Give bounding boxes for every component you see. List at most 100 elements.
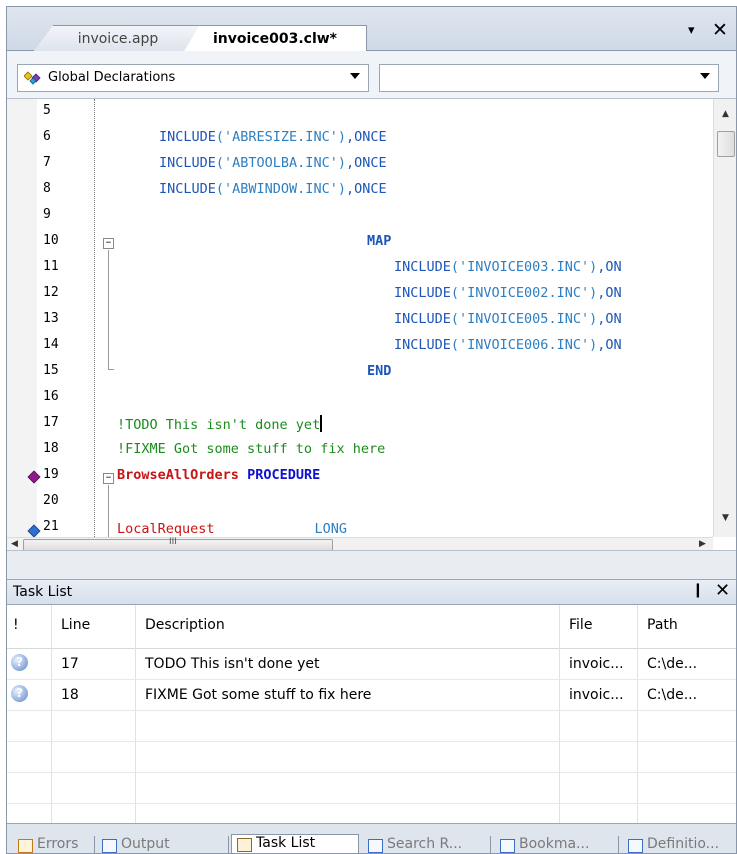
string-literal: ('INVOICE003.INC'): [450, 259, 598, 275]
keyword: INCLUDE: [394, 285, 451, 301]
task-file: invoic...: [569, 656, 624, 672]
breakpoint-diamond-icon: [27, 470, 41, 484]
todo-comment: !TODO This isn't done yet: [117, 417, 321, 433]
column-header-description[interactable]: Description: [145, 617, 225, 633]
tool-window-tabs: Errors Output Task List Search R... Book…: [7, 823, 736, 853]
string-literal: ('INVOICE006.INC'): [450, 337, 598, 353]
task-row[interactable]: ? 18 FIXME Got some stuff to fix here in…: [7, 680, 736, 711]
keyword: ,ON: [597, 285, 622, 301]
column-header-file[interactable]: File: [569, 617, 592, 633]
tab-invoice-app[interactable]: invoice.app: [33, 25, 203, 52]
tab-label: invoice003.clw*: [213, 31, 337, 47]
scroll-up-arrow-icon[interactable]: ▲: [722, 109, 729, 119]
task-row[interactable]: ? 17 TODO This isn't done yet invoic... …: [7, 649, 736, 680]
keyword: INCLUDE: [394, 259, 451, 275]
code-line-6: INCLUDE('ABRESIZE.INC'),ONCE: [159, 129, 387, 145]
code-editor[interactable]: 5 6 7 8 9 10 11 12 13 14 15 16 17 18 19 …: [7, 99, 736, 551]
column-header-priority[interactable]: !: [13, 617, 19, 633]
tab-errors[interactable]: Errors: [13, 836, 95, 853]
close-document-icon[interactable]: ✕: [712, 19, 728, 41]
line-number: 19: [43, 467, 59, 482]
task-path: C:\de...: [647, 656, 698, 672]
code-area[interactable]: INCLUDE('ABRESIZE.INC'),ONCE INCLUDE('AB…: [97, 99, 710, 537]
scroll-left-arrow-icon[interactable]: ◀: [11, 539, 18, 549]
tab-menu-chevron-icon[interactable]: ▾: [688, 23, 695, 38]
vertical-scrollbar[interactable]: ▲ ▼: [713, 99, 736, 537]
text-cursor: [320, 415, 323, 432]
definitions-icon: [628, 839, 643, 853]
line-number: 7: [43, 155, 51, 170]
horizontal-scrollbar[interactable]: ◀ III ▶: [7, 537, 713, 550]
scope-dropdown-value: Global Declarations: [48, 70, 176, 85]
tab-label: invoice.app: [77, 31, 159, 47]
keyword: ,ONCE: [345, 181, 387, 197]
tab-invoice003-clw[interactable]: invoice003.clw*: [183, 25, 367, 53]
bookmarks-icon: [500, 839, 515, 853]
line-number: 5: [43, 103, 51, 118]
output-icon: [102, 839, 117, 853]
keyword: END: [367, 363, 392, 379]
task-description: FIXME Got some stuff to fix here: [145, 687, 372, 703]
indicator-margin: [7, 99, 41, 538]
code-line-15: END: [367, 363, 391, 379]
keyword: ,ONCE: [345, 155, 387, 171]
code-line-18: !FIXME Got some stuff to fix here: [117, 441, 385, 457]
tab-search-results[interactable]: Search R...: [363, 836, 491, 853]
string-literal: ('INVOICE005.INC'): [450, 311, 598, 327]
task-list-grid: ! Line Description File Path ? 17 TODO T…: [7, 605, 736, 823]
tab-bookmarks[interactable]: Bookma...: [495, 836, 619, 853]
bookmark-diamond-icon: [27, 524, 41, 538]
pin-icon[interactable]: ❙: [692, 582, 704, 598]
member-dropdown[interactable]: [379, 64, 719, 92]
tab-label: Search R...: [387, 836, 463, 852]
horizontal-scroll-thumb[interactable]: III: [23, 537, 333, 550]
scroll-right-arrow-icon[interactable]: ▶: [699, 539, 706, 549]
empty-row: [7, 711, 736, 742]
line-number: 20: [43, 493, 59, 508]
chevron-down-icon: [350, 73, 360, 79]
close-pane-icon[interactable]: ✕: [715, 580, 730, 601]
line-number: 14: [43, 337, 59, 352]
keyword: INCLUDE: [159, 181, 216, 197]
string-literal: ('ABWINDOW.INC'): [215, 181, 346, 197]
keyword: INCLUDE: [394, 311, 451, 327]
question-icon: ?: [11, 654, 28, 671]
tab-label: Errors: [37, 836, 79, 852]
tab-label: Output: [121, 836, 170, 852]
line-number: 8: [43, 181, 51, 196]
vertical-scroll-thumb[interactable]: [717, 131, 735, 157]
scroll-down-arrow-icon[interactable]: ▼: [722, 513, 729, 523]
keyword: ,ON: [597, 259, 622, 275]
line-numbers: 5 6 7 8 9 10 11 12 13 14 15 16 17 18 19 …: [43, 99, 95, 537]
line-number: 18: [43, 441, 59, 456]
code-line-8: INCLUDE('ABWINDOW.INC'),ONCE: [159, 181, 387, 197]
navigation-bar: Global Declarations: [7, 51, 736, 99]
task-path: C:\de...: [647, 687, 698, 703]
task-line: 18: [61, 687, 79, 703]
search-results-icon: [368, 839, 383, 853]
line-number: 17: [43, 415, 59, 430]
keyword: INCLUDE: [159, 129, 216, 145]
keyword: PROCEDURE: [247, 467, 321, 483]
task-list-header-row: ! Line Description File Path: [7, 605, 736, 649]
column-header-line[interactable]: Line: [61, 617, 90, 633]
ide-window: invoice.app invoice003.clw* ▾ ✕ Global D…: [6, 6, 737, 854]
tab-task-list[interactable]: Task List: [231, 834, 359, 853]
document-tab-strip: invoice.app invoice003.clw* ▾ ✕: [7, 7, 736, 53]
procedure-name: BrowseAllOrders: [117, 467, 239, 483]
tab-definitions[interactable]: Definitio...: [623, 836, 736, 853]
line-number: 10: [43, 233, 59, 248]
task-list-icon: [237, 838, 252, 852]
code-line-14: INCLUDE('INVOICE006.INC'),ON: [394, 337, 622, 353]
tab-output[interactable]: Output: [97, 836, 229, 853]
line-number: 21: [43, 519, 59, 534]
code-line-11: INCLUDE('INVOICE003.INC'),ON: [394, 259, 622, 275]
task-file: invoic...: [569, 687, 624, 703]
keyword: INCLUDE: [159, 155, 216, 171]
column-header-path[interactable]: Path: [647, 617, 678, 633]
tab-label: Bookma...: [519, 836, 590, 852]
scope-dropdown[interactable]: Global Declarations: [17, 64, 369, 92]
task-list-title: Task List: [13, 584, 73, 600]
code-line-12: INCLUDE('INVOICE002.INC'),ON: [394, 285, 622, 301]
line-number: 13: [43, 311, 59, 326]
